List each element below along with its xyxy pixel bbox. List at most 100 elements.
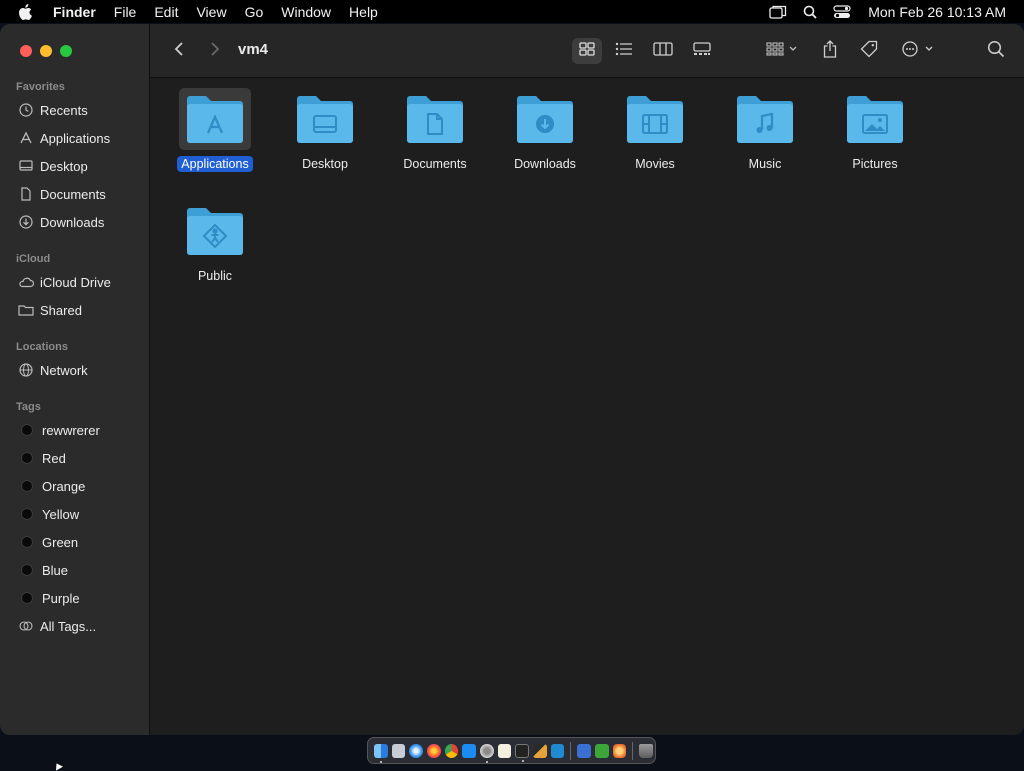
- forward-button[interactable]: [204, 38, 226, 64]
- menu-window[interactable]: Window: [281, 4, 331, 20]
- tag-dot-icon: [21, 424, 33, 436]
- tag-label: rewwrerer: [42, 422, 100, 438]
- folder-movies[interactable]: Movies: [600, 88, 710, 172]
- menu-finder[interactable]: Finder: [53, 4, 96, 20]
- tag-dot-icon: [21, 564, 33, 576]
- column-view-button[interactable]: [648, 38, 678, 64]
- launchpad-icon[interactable]: [391, 743, 406, 758]
- menu-edit[interactable]: Edit: [154, 4, 178, 20]
- back-button[interactable]: [168, 38, 190, 64]
- sidebar-item-all-tags[interactable]: All Tags...: [18, 616, 96, 636]
- window-title: vm4: [238, 41, 269, 58]
- stack-icon[interactable]: [612, 743, 627, 758]
- tag-label: Green: [42, 534, 79, 550]
- window-icon[interactable]: [769, 5, 787, 19]
- sidebar-item-applications[interactable]: Applications: [18, 128, 110, 148]
- sidebar-item-label: Desktop: [40, 158, 88, 174]
- remote-desktop-icon[interactable]: [577, 743, 592, 758]
- share-button[interactable]: [818, 38, 842, 64]
- trash-icon[interactable]: [639, 743, 654, 758]
- folder-documents[interactable]: Documents: [380, 88, 490, 172]
- list-view-button[interactable]: [609, 38, 639, 64]
- sidebar-item-recents[interactable]: Recents: [18, 100, 88, 120]
- folder-label: Desktop: [302, 157, 348, 171]
- sidebar-item-network[interactable]: Network: [18, 360, 88, 380]
- brush-icon[interactable]: [533, 743, 547, 758]
- folder-label: Documents: [403, 157, 467, 171]
- desktop-icon: [18, 158, 34, 174]
- menu-file[interactable]: File: [114, 4, 137, 20]
- firefox-icon[interactable]: [427, 743, 441, 758]
- minimize-button[interactable]: [40, 45, 52, 57]
- sidebar-item-documents[interactable]: Documents: [18, 184, 106, 204]
- maximize-button[interactable]: [60, 45, 72, 57]
- folder-pictures[interactable]: Pictures: [820, 88, 930, 172]
- tag-purple[interactable]: Purple: [18, 588, 80, 608]
- menubar-clock[interactable]: Mon Feb 26 10:13 AM: [868, 4, 1006, 20]
- icon-view-button[interactable]: [572, 38, 602, 64]
- menu-go[interactable]: Go: [245, 4, 264, 20]
- sidebar-item-label: Shared: [40, 302, 82, 318]
- tag-button[interactable]: [857, 38, 881, 64]
- folder-icon: [839, 88, 911, 150]
- spotlight-icon[interactable]: [803, 5, 817, 19]
- folder-icon: [179, 200, 251, 262]
- sidebar-item-label: iCloud Drive: [40, 274, 111, 290]
- terminal-icon[interactable]: [515, 743, 530, 762]
- tag-label: Orange: [42, 478, 86, 494]
- chrome-icon[interactable]: [444, 743, 459, 758]
- folder-desktop[interactable]: Desktop: [270, 88, 380, 172]
- folder-downloads[interactable]: Downloads: [490, 88, 600, 172]
- traffic-lights: [20, 45, 72, 57]
- sidebar-item-downloads[interactable]: Downloads: [18, 212, 104, 232]
- sidebar-item-icloud-drive[interactable]: iCloud Drive: [18, 272, 111, 292]
- search-button[interactable]: [984, 38, 1008, 64]
- icloud-header: iCloud: [16, 253, 51, 265]
- tag-dot-icon: [21, 592, 33, 604]
- finder-window: Favorites Recents Applications Desktop D…: [0, 24, 1024, 735]
- apps-icon: [18, 130, 34, 146]
- more-button[interactable]: [900, 38, 938, 64]
- download-icon: [536, 115, 554, 133]
- notes-icon[interactable]: [497, 743, 512, 758]
- group-button[interactable]: [762, 38, 802, 64]
- folder-label: Public: [197, 269, 233, 283]
- locations-header: Locations: [16, 341, 68, 353]
- tag-rewwrerer[interactable]: rewwrerer: [18, 420, 100, 440]
- toolbar: vm4: [150, 24, 1024, 78]
- tag-green[interactable]: Green: [18, 532, 78, 552]
- folder-music[interactable]: Music: [710, 88, 820, 172]
- apple-icon[interactable]: [19, 3, 33, 20]
- control-center-icon[interactable]: [833, 4, 851, 19]
- folder-label: Movies: [635, 157, 675, 171]
- gallery-view-button[interactable]: [687, 38, 717, 64]
- group-icon: [766, 41, 798, 61]
- finder-icon[interactable]: [374, 743, 388, 763]
- tag-label: Red: [42, 450, 66, 466]
- folder-label: Music: [748, 157, 782, 171]
- settings-icon[interactable]: [480, 743, 494, 763]
- column-view-icon: [653, 41, 673, 61]
- folder-label: Pictures: [852, 157, 898, 171]
- tag-yellow[interactable]: Yellow: [18, 504, 79, 524]
- vscode-icon[interactable]: [550, 743, 565, 758]
- favorites-header: Favorites: [16, 81, 65, 93]
- folder-public[interactable]: Public: [160, 200, 270, 284]
- tag-label: Purple: [42, 590, 80, 606]
- tag-red[interactable]: Red: [18, 448, 66, 468]
- sidebar-item-desktop[interactable]: Desktop: [18, 156, 88, 176]
- menu-view[interactable]: View: [196, 4, 226, 20]
- sidebar-item-shared[interactable]: Shared: [18, 300, 82, 320]
- tag-blue[interactable]: Blue: [18, 560, 68, 580]
- tag-orange[interactable]: Orange: [18, 476, 85, 496]
- file-grid: Applications Desktop Documents Downloads…: [150, 78, 1024, 735]
- back-icon: [174, 41, 184, 62]
- minecraft-icon[interactable]: [595, 743, 609, 758]
- close-button[interactable]: [20, 45, 32, 57]
- menu-help[interactable]: Help: [349, 4, 378, 20]
- more-icon: [902, 40, 936, 62]
- app-store-icon[interactable]: [462, 743, 477, 758]
- folder-applications[interactable]: Applications: [160, 88, 270, 172]
- safari-icon[interactable]: [409, 743, 424, 758]
- dock: [367, 737, 656, 764]
